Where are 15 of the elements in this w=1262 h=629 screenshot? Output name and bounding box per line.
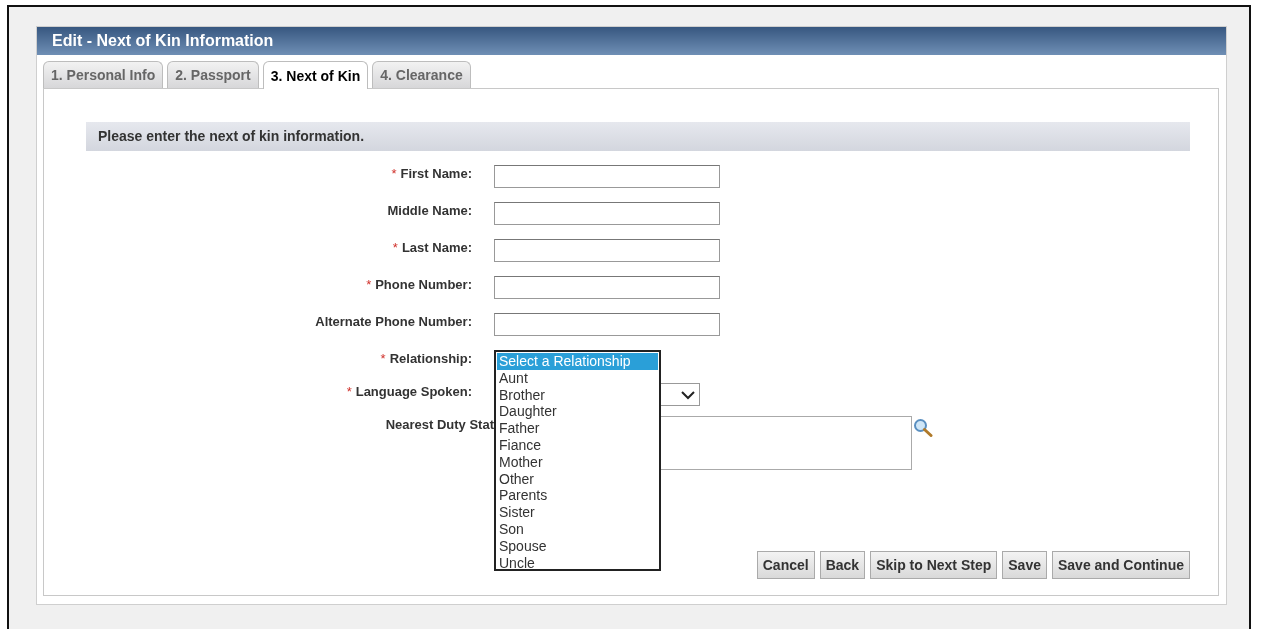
field-label: First Name:	[400, 166, 472, 181]
field-label: Alternate Phone Number:	[315, 314, 472, 329]
field-label: Middle Name:	[387, 203, 472, 218]
required-asterisk: *	[391, 166, 397, 181]
required-asterisk: *	[380, 351, 386, 366]
field-label: Last Name:	[401, 240, 472, 255]
required-asterisk: *	[366, 277, 372, 292]
required-asterisk: *	[346, 384, 352, 399]
window-title: Edit - Next of Kin Information	[37, 27, 1226, 55]
field-label: Language Spoken:	[355, 384, 472, 399]
required-asterisk: *	[392, 240, 398, 255]
field-label: Nearest Duty Stat	[385, 417, 494, 432]
field-label: Phone Number:	[375, 277, 472, 292]
field-label: Relationship:	[389, 351, 472, 366]
section-header: Please enter the next of kin information.	[86, 122, 1190, 151]
